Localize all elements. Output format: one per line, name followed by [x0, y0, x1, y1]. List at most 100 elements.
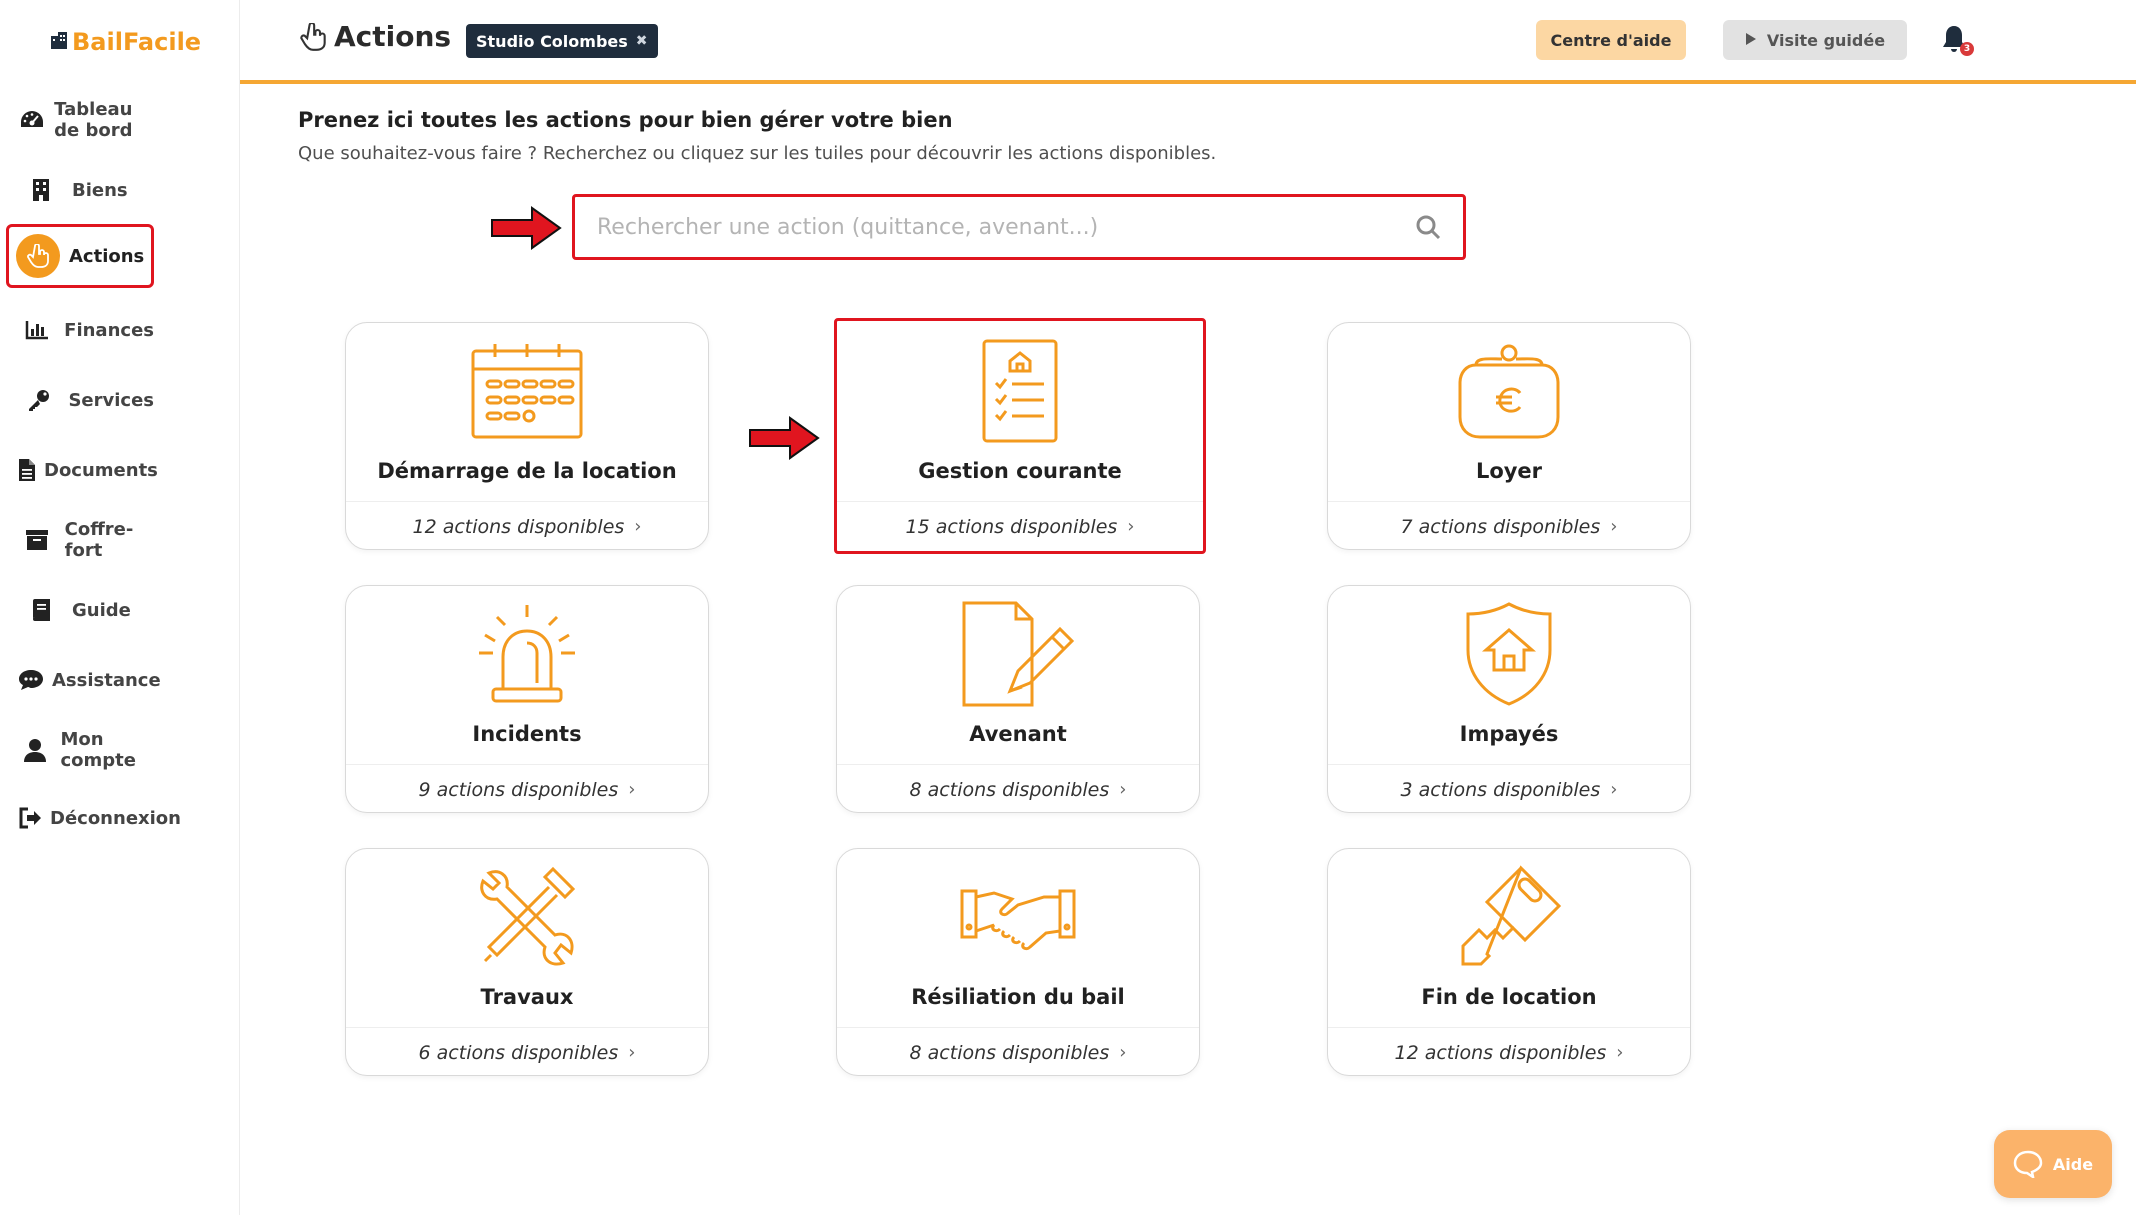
- document-icon: [18, 458, 36, 482]
- hand-pointer-icon: [300, 22, 326, 51]
- handshake-icon: [837, 867, 1199, 967]
- sidebar-item-finances[interactable]: Finances: [6, 298, 154, 362]
- tile-title: Gestion courante: [918, 459, 1122, 483]
- action-search-box: [572, 194, 1466, 260]
- tile-avenant[interactable]: Avenant 8 actions disponibles ›: [836, 585, 1200, 813]
- tile-footer[interactable]: 15 actions disponibles ›: [837, 501, 1203, 551]
- sidebar-item-services[interactable]: Services: [6, 368, 154, 432]
- sidebar-item-label: Guide: [72, 599, 131, 621]
- tile-title: Avenant: [969, 722, 1067, 746]
- tile-resiliation-bail[interactable]: Résiliation du bail 8 actions disponible…: [836, 848, 1200, 1076]
- sidebar-item-label: Mon compte: [60, 729, 136, 771]
- aide-chat-button[interactable]: Aide: [1994, 1130, 2112, 1198]
- guided-tour-label: Visite guidée: [1766, 30, 1886, 50]
- sidebar-item-label: Tableau de bord: [54, 99, 133, 141]
- help-center-button[interactable]: Centre d'aide: [1536, 20, 1686, 60]
- sidebar-item-biens[interactable]: Biens: [6, 158, 154, 222]
- tile-demarrage-location[interactable]: Démarrage de la location 12 actions disp…: [345, 322, 709, 550]
- tile-impayes[interactable]: Impayés 3 actions disponibles ›: [1327, 585, 1691, 813]
- tile-title: Impayés: [1459, 722, 1559, 746]
- tile-footer[interactable]: 3 actions disponibles ›: [1328, 764, 1690, 814]
- chevron-right-icon: ›: [1127, 516, 1135, 537]
- sidebar-item-documents[interactable]: Documents: [6, 438, 158, 502]
- book-icon: [18, 598, 64, 622]
- sidebar-item-tableau-de-bord[interactable]: Tableau de bord: [6, 88, 154, 152]
- archive-icon: [18, 529, 57, 551]
- key-icon: [18, 388, 60, 412]
- tile-title: Travaux: [480, 985, 574, 1009]
- guided-tour-button[interactable]: Visite guidée: [1723, 20, 1907, 60]
- tile-fin-location[interactable]: Fin de location 12 actions disponibles ›: [1327, 848, 1691, 1076]
- bar-chart-icon: [18, 320, 56, 340]
- tile-count-label: 12 actions disponibles: [412, 515, 625, 538]
- page-title: Actions: [300, 20, 451, 53]
- tile-count-label: 12 actions disponibles: [1394, 1041, 1607, 1064]
- dashboard-icon: [18, 109, 46, 131]
- user-icon: [18, 738, 52, 762]
- tile-footer[interactable]: 7 actions disponibles ›: [1328, 501, 1690, 551]
- siren-icon: [346, 604, 708, 704]
- purse-euro-icon: [1328, 341, 1690, 441]
- sidebar-item-label: Coffre-fort: [64, 519, 134, 561]
- building-icon: [18, 178, 64, 202]
- tile-footer[interactable]: 12 actions disponibles ›: [1328, 1027, 1690, 1077]
- search-icon[interactable]: [1415, 214, 1441, 240]
- tile-incidents[interactable]: Incidents 9 actions disponibles ›: [345, 585, 709, 813]
- tile-count-label: 8 actions disponibles: [909, 1041, 1110, 1064]
- aide-label: Aide: [2052, 1154, 2094, 1174]
- sidebar-item-deconnexion[interactable]: Déconnexion: [6, 786, 181, 850]
- sidebar-item-label: Services: [68, 389, 154, 411]
- building-logo-icon: [50, 28, 68, 56]
- chevron-right-icon: ›: [628, 779, 636, 800]
- document-pen-icon: [837, 601, 1199, 707]
- sidebar-item-assistance[interactable]: Assistance: [6, 648, 161, 712]
- tile-footer[interactable]: 8 actions disponibles ›: [837, 764, 1199, 814]
- notifications-button[interactable]: 3: [1940, 24, 1976, 60]
- calendar-icon: [346, 341, 708, 441]
- sidebar-item-guide[interactable]: Guide: [6, 578, 154, 642]
- chevron-right-icon: ›: [1119, 1042, 1127, 1063]
- property-selector-chip[interactable]: Studio Colombes ✖: [466, 24, 658, 58]
- annotation-arrow-icon: [749, 416, 820, 460]
- key-tag-icon: [1328, 865, 1690, 967]
- tile-footer[interactable]: 9 actions disponibles ›: [346, 764, 708, 814]
- annotation-arrow-icon: [491, 206, 562, 250]
- top-header: Actions Studio Colombes ✖ Centre d'aide …: [240, 0, 2136, 84]
- tile-footer[interactable]: 8 actions disponibles ›: [837, 1027, 1199, 1077]
- chevron-right-icon: ›: [628, 1042, 636, 1063]
- sidebar-item-label: Actions: [69, 245, 145, 267]
- notifications-badge: 3: [1960, 42, 1974, 56]
- brand-name: BailFacile: [72, 28, 202, 56]
- sidebar-item-actions[interactable]: Actions: [6, 224, 154, 288]
- sidebar: BailFacile Tableau de bord Biens Actions…: [0, 0, 240, 1215]
- action-search-input[interactable]: [597, 197, 1397, 257]
- tile-footer[interactable]: 6 actions disponibles ›: [346, 1027, 708, 1077]
- chevron-right-icon: ›: [1616, 1042, 1624, 1063]
- sidebar-item-label: Biens: [72, 179, 128, 201]
- tile-footer[interactable]: 12 actions disponibles ›: [346, 501, 708, 551]
- logout-icon: [18, 807, 42, 829]
- chat-icon: [18, 669, 44, 691]
- tile-count-label: 6 actions disponibles: [418, 1041, 619, 1064]
- tile-gestion-courante[interactable]: Gestion courante 15 actions disponibles …: [834, 318, 1206, 554]
- tile-count-label: 7 actions disponibles: [1400, 515, 1601, 538]
- chevron-right-icon: ›: [1119, 779, 1127, 800]
- close-icon[interactable]: ✖: [636, 33, 648, 49]
- tile-loyer[interactable]: Loyer 7 actions disponibles ›: [1327, 322, 1691, 550]
- tile-count-label: 15 actions disponibles: [905, 515, 1118, 538]
- app-root: BailFacile Tableau de bord Biens Actions…: [0, 0, 2136, 1215]
- tile-title: Incidents: [472, 722, 582, 746]
- sidebar-item-coffre-fort[interactable]: Coffre-fort: [6, 508, 154, 572]
- tile-title: Démarrage de la location: [377, 459, 677, 483]
- sidebar-item-label: Documents: [44, 459, 158, 481]
- tile-title: Résiliation du bail: [911, 985, 1125, 1009]
- tools-icon: [346, 866, 708, 967]
- tile-title: Fin de location: [1421, 985, 1597, 1009]
- play-icon: [1745, 31, 1757, 50]
- brand-logo[interactable]: BailFacile: [50, 28, 201, 56]
- chevron-right-icon: ›: [634, 516, 642, 537]
- sidebar-item-mon-compte[interactable]: Mon compte: [6, 718, 154, 782]
- tile-travaux[interactable]: Travaux 6 actions disponibles ›: [345, 848, 709, 1076]
- checklist-icon: [837, 339, 1203, 443]
- tile-count-label: 3 actions disponibles: [1400, 778, 1601, 801]
